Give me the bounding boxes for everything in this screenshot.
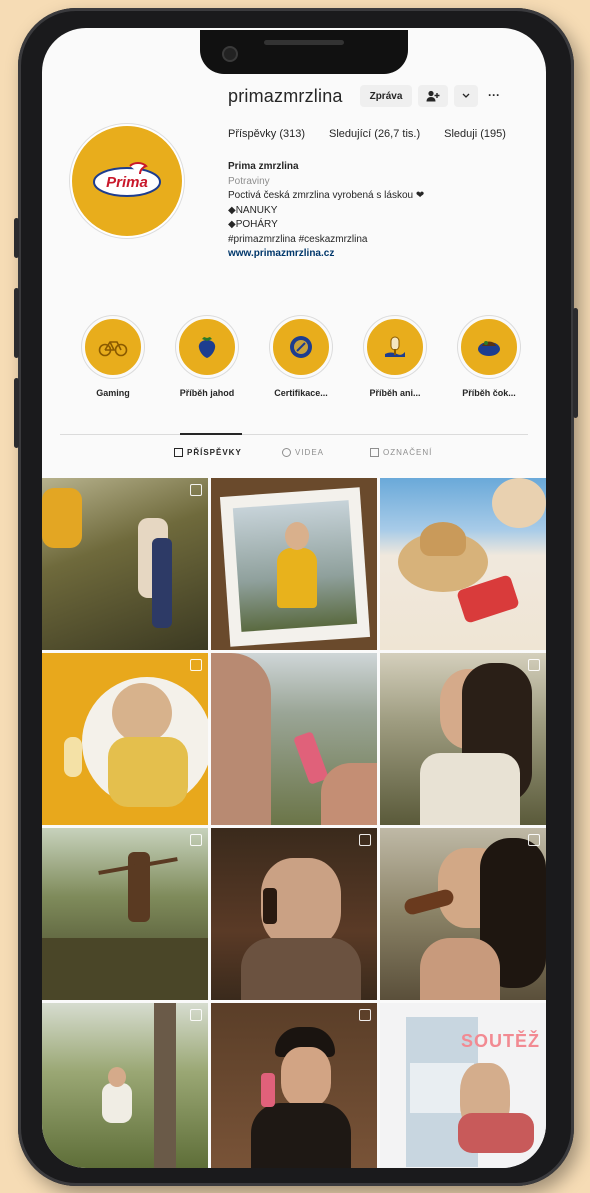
bio-website-link[interactable]: www.primazmrzlina.cz (228, 247, 528, 262)
following-count[interactable]: Sleduji (195) (444, 128, 506, 140)
post-thumbnail[interactable] (380, 653, 546, 825)
highlight-pribeh-cok[interactable]: Příběh čok... (446, 316, 532, 398)
tab-tagged[interactable]: OZNAČENÍ (370, 448, 432, 457)
bio-hashtags[interactable]: #primazmrzlina #ceskazmrzlina (228, 233, 528, 248)
highlight-certifikace[interactable]: Certifikace... (258, 316, 344, 398)
highlight-label: Certifikace... (274, 388, 328, 398)
ice-cream-icon (385, 336, 405, 357)
volume-down-button (14, 378, 19, 448)
carousel-icon (528, 659, 540, 671)
posts-grid: SOUTĚŽ (42, 478, 546, 1168)
highlight-circle (364, 316, 426, 378)
tag-icon (370, 448, 379, 457)
medal-icon (290, 336, 312, 358)
add-friend-button[interactable] (418, 85, 448, 107)
grid-icon (174, 448, 183, 457)
post-thumbnail[interactable] (211, 653, 377, 825)
camera-icon (222, 46, 238, 62)
tab-posts[interactable]: PŘÍSPĚVKY (174, 448, 242, 457)
highlight-label: Příběh čok... (462, 388, 516, 398)
highlight-label: Gaming (96, 388, 130, 398)
bicycle-icon (98, 341, 128, 357)
carousel-icon (359, 1009, 371, 1021)
post-thumbnail[interactable] (42, 1003, 208, 1168)
strawberry-icon (198, 337, 216, 358)
highlight-pribeh-ani[interactable]: Příběh ani... (352, 316, 438, 398)
chevron-down-icon (462, 93, 470, 98)
power-button (573, 308, 578, 418)
highlight-circle (458, 316, 520, 378)
notch (200, 30, 408, 74)
tab-videos[interactable]: VIDEA (282, 448, 324, 457)
carousel-icon (190, 1009, 202, 1021)
tab-label: OZNAČENÍ (383, 448, 433, 457)
contest-overlay-text: SOUTĚŽ (460, 1031, 540, 1051)
highlight-circle (270, 316, 332, 378)
highlight-circle (82, 316, 144, 378)
bio-line: ◆POHÁRY (228, 219, 278, 230)
chocolate-icon (478, 341, 500, 356)
highlight-label: Příběh ani... (369, 388, 421, 398)
tabs-divider (60, 434, 528, 435)
highlight-pribeh-jahod[interactable]: Příběh jahod (164, 316, 250, 398)
carousel-icon (359, 834, 371, 846)
post-thumbnail[interactable] (211, 1003, 377, 1168)
message-button[interactable]: Zpráva (360, 85, 412, 107)
highlight-gaming[interactable]: Gaming (70, 316, 156, 398)
carousel-icon (190, 834, 202, 846)
post-thumbnail[interactable] (211, 828, 377, 1000)
post-thumbnail[interactable] (42, 828, 208, 1000)
suggested-dropdown-button[interactable] (454, 85, 478, 107)
post-thumbnail[interactable] (380, 828, 546, 1000)
post-thumbnail[interactable] (380, 478, 546, 650)
bio-line: Poctivá česká zmrzlina vyrobená s láskou… (228, 190, 425, 201)
carousel-icon (190, 659, 202, 671)
post-thumbnail[interactable]: SOUTĚŽ (380, 1003, 546, 1168)
add-user-icon (426, 90, 440, 102)
post-thumbnail[interactable] (211, 478, 377, 650)
prima-logo-text: Prima (106, 174, 148, 191)
post-thumbnail[interactable] (42, 478, 208, 650)
instagram-profile-screen: primazmrzlina Zpráva ··· Prima Příspěvky… (42, 28, 546, 1168)
posts-count[interactable]: Příspěvky (313) (228, 128, 305, 140)
active-tab-indicator (180, 433, 242, 435)
mute-switch (14, 218, 19, 258)
post-thumbnail[interactable] (42, 653, 208, 825)
highlight-circle (176, 316, 238, 378)
avatar[interactable]: Prima (70, 124, 184, 238)
carousel-icon (190, 484, 202, 496)
more-options-icon[interactable]: ··· (488, 88, 500, 102)
speaker-grille (264, 40, 344, 45)
followers-count[interactable]: Sledující (26,7 tis.) (329, 128, 420, 140)
volume-up-button (14, 288, 19, 358)
tab-label: VIDEA (295, 448, 325, 457)
profile-bio: Prima zmrzlina Potraviny Poctivá česká z… (228, 160, 528, 262)
profile-name: Prima zmrzlina (228, 161, 299, 172)
profile-category: Potraviny (228, 175, 270, 187)
profile-username: primazmrzlina (228, 86, 343, 106)
highlight-label: Příběh jahod (179, 388, 235, 398)
profile-stats: Příspěvky (313) Sledující (26,7 tis.) Sl… (228, 128, 506, 140)
carousel-icon (528, 834, 540, 846)
video-icon (282, 448, 291, 457)
tab-label: PŘÍSPĚVKY (187, 448, 242, 457)
prima-logo: Prima (93, 162, 161, 197)
bio-line: ◆NANUKY (228, 204, 278, 216)
